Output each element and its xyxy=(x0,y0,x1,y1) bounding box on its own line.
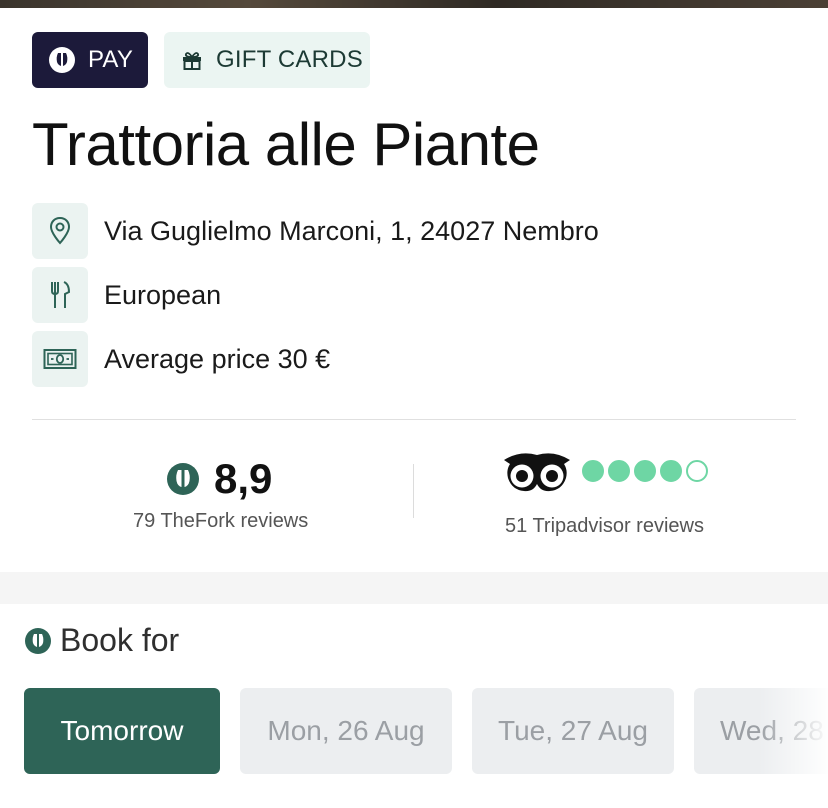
rating-bubble-filled xyxy=(608,460,630,482)
rating-bubble-filled xyxy=(660,460,682,482)
restaurant-card: PAY GIFT CARDS Trattoria alle Piante Via… xyxy=(0,8,828,572)
banknote-icon xyxy=(43,349,77,369)
cuisine-row: European xyxy=(32,267,221,323)
booking-header: Book for xyxy=(24,622,179,659)
hero-image-edge xyxy=(0,0,828,8)
cuisine-text: European xyxy=(104,279,222,310)
booking-title: Book for xyxy=(60,622,180,658)
booking-section: Book for Tomorrow Mon, 26 Aug Tue, 27 Au… xyxy=(0,604,828,808)
pay-label: PAY xyxy=(88,46,134,73)
date-option[interactable]: Mon, 26 Aug xyxy=(240,688,452,774)
section-divider xyxy=(32,419,796,420)
fork-knife-icon xyxy=(51,281,71,308)
price-icon-box xyxy=(32,331,88,387)
tripadvisor-owl-icon xyxy=(504,453,570,492)
tripadvisor-bubbles xyxy=(582,460,712,482)
address-text: Via Guglielmo Marconi, 1, 24027 Nembro xyxy=(104,215,599,246)
pay-badge[interactable]: PAY xyxy=(32,32,148,88)
address-icon-box xyxy=(32,203,88,259)
ratings-divider xyxy=(413,464,414,518)
thefork-rating[interactable]: 8,9 xyxy=(166,455,272,503)
thefork-logo-icon xyxy=(49,47,75,73)
gift-cards-badge[interactable]: GIFT CARDS xyxy=(164,32,370,88)
restaurant-name: Trattoria alle Piante xyxy=(32,111,540,178)
tripadvisor-rating[interactable] xyxy=(502,448,712,494)
section-separator xyxy=(0,572,828,604)
address-row[interactable]: Via Guglielmo Marconi, 1, 24027 Nembro xyxy=(32,203,599,259)
gift-icon xyxy=(183,52,201,70)
thefork-logo-icon xyxy=(25,627,51,654)
thefork-logo-icon xyxy=(167,463,199,495)
cuisine-icon-box xyxy=(32,267,88,323)
date-option-tomorrow[interactable]: Tomorrow xyxy=(24,688,220,774)
price-row: Average price 30 € xyxy=(32,331,330,387)
rating-bubble-filled xyxy=(582,460,604,482)
rating-bubble-filled xyxy=(634,460,656,482)
date-selector: Tomorrow Mon, 26 Aug Tue, 27 Aug Wed, 28… xyxy=(24,688,828,774)
thefork-score: 8,9 xyxy=(214,455,273,502)
date-option[interactable]: Tue, 27 Aug xyxy=(472,688,674,774)
thefork-reviews-count[interactable]: 79 TheFork reviews xyxy=(133,510,308,533)
rating-bubble-empty xyxy=(686,460,708,482)
scroll-fade xyxy=(758,688,828,774)
tripadvisor-reviews-count[interactable]: 51 Tripadvisor reviews xyxy=(505,515,704,538)
gift-cards-label: GIFT CARDS xyxy=(216,46,363,73)
map-pin-icon xyxy=(49,216,71,245)
average-price-text: Average price 30 € xyxy=(104,343,331,374)
